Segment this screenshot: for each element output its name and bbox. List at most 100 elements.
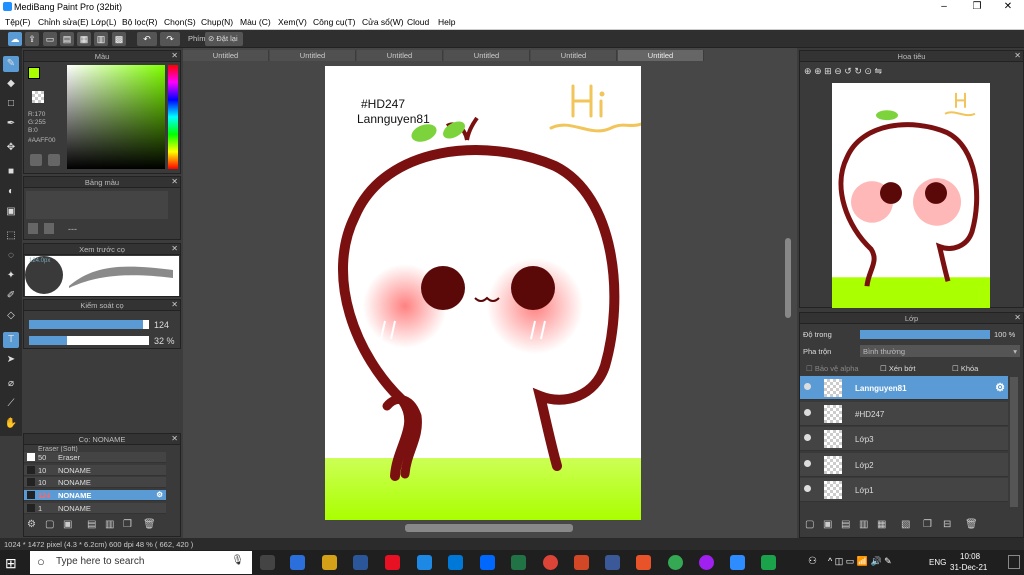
fit-icon[interactable]: ⊞ [824,66,832,76]
gradient-tool-icon[interactable]: ▣ [3,204,19,220]
layers-scrollbar[interactable] [1010,377,1018,507]
layer-row[interactable]: Lannguyen81 ⚙ [800,376,1008,400]
gear-icon[interactable]: ⚙ [995,381,1005,394]
tab-5[interactable]: Untitled [531,50,617,61]
drawing-canvas[interactable]: #HD247 Lannguyen81 [325,66,641,520]
new-8bit-layer-icon[interactable]: ▤ [841,519,850,530]
cloud-icon[interactable]: ☁ [8,32,22,46]
layout-icon[interactable]: ▦ [77,32,91,46]
select-pen-icon[interactable]: ✐ [3,288,19,304]
new-1bit-layer-icon[interactable]: ▥ [859,519,868,530]
menu-window[interactable]: Cửa sổ(W) [362,17,404,27]
layer-row[interactable]: Lớp2 [800,452,1008,477]
layer-row[interactable]: #HD247 [800,401,1008,426]
coccoc-icon[interactable] [636,555,651,570]
vertical-scrollbar[interactable] [785,238,791,318]
task-view-icon[interactable] [260,555,275,570]
mail-icon[interactable] [290,555,305,570]
primary-color-swatch[interactable] [28,67,40,79]
menu-layer[interactable]: Lớp(L) [91,17,116,27]
powerpoint-icon[interactable] [574,555,589,570]
layer-row[interactable]: Lớp1 [800,478,1008,502]
lasso-tool-icon[interactable]: ◌ [3,248,19,264]
excel-icon[interactable] [511,555,526,570]
rectangle-tool-icon[interactable]: □ [3,96,19,112]
document-icon[interactable]: ▥ [94,32,108,46]
delete-brush-icon[interactable]: 🗑 [143,519,156,530]
menu-view[interactable]: Xem(V) [278,17,307,27]
gear-icon[interactable]: ⚙ [156,490,163,499]
close-icon[interactable]: ✕ [1014,313,1021,322]
fill-rectangle-icon[interactable]: ■ [3,164,19,180]
comment-icon[interactable]: ▭ [43,32,57,46]
close-icon[interactable]: ✕ [171,300,178,309]
close-icon[interactable]: ✕ [171,51,178,60]
palette-area[interactable] [26,191,168,219]
eye-icon[interactable] [804,383,811,390]
select-eraser-icon[interactable]: ◇ [3,308,19,324]
pen-tool-icon[interactable]: ✒ [3,116,19,132]
brush-settings-icon[interactable]: ⚙ [27,519,36,530]
reset-button[interactable]: ⊘ Đặt lại [205,32,243,46]
close-button[interactable]: ✕ [998,1,1018,13]
edge-icon[interactable] [448,555,463,570]
brush-item[interactable]: 10 NONAME [24,477,166,489]
clock-date[interactable]: 31-Dec-21 [950,563,987,572]
undo-icon[interactable]: ↶ [137,32,157,46]
tab-3[interactable]: Untitled [357,50,443,61]
taskbar-search-box[interactable]: ○ Type here to search 🎙 [30,551,252,574]
merge-layer-icon[interactable]: ⊟ [943,519,951,530]
horizontal-scrollbar[interactable] [405,524,573,532]
word-icon[interactable] [353,555,368,570]
hand-tool-icon[interactable]: ✋ [3,416,19,432]
notification-icon[interactable] [1008,555,1020,569]
brush-menu-icon[interactable]: ▣ [63,519,72,530]
menu-filter[interactable]: Bộ lọc(R) [122,17,157,27]
facebook-icon[interactable] [605,555,620,570]
navigator-thumbnail[interactable] [832,83,990,308]
menu-file[interactable]: Tệp(F) [5,17,31,27]
brush-item[interactable]: 50 Eraser [24,452,166,463]
minimize-button[interactable]: – [934,1,954,13]
brush-opacity-slider[interactable] [29,336,149,345]
lock-checkbox[interactable]: ☐ Khóa [952,364,978,373]
clipping-checkbox[interactable]: ☐ Xén bớt [880,364,915,373]
store-icon[interactable] [385,555,400,570]
delete-layer-icon[interactable]: 🗑 [965,519,978,530]
system-tray-icons[interactable]: ^ ◫ ▭ 📶 🔊 ✎ [828,556,892,567]
windows-start-icon[interactable]: ⊞ [5,555,17,572]
brush-item[interactable]: 10 NONAME [24,464,166,476]
tab-1[interactable]: Untitled [183,50,269,61]
layer-opacity-slider[interactable] [860,330,990,339]
new-halftone-layer-icon[interactable]: ▣ [823,519,832,530]
redo-icon[interactable]: ↷ [160,32,180,46]
new-layer-icon[interactable]: ▢ [805,519,814,530]
add-brush-icon[interactable]: ▢ [45,519,54,530]
grid-icon[interactable]: ▩ [112,32,126,46]
brush-size-slider[interactable] [29,320,149,329]
menu-snap[interactable]: Chụp(N) [201,17,233,27]
tab-6[interactable]: Untitled [618,50,704,61]
new-palette-icon[interactable] [28,223,38,234]
menu-select[interactable]: Chọn(S) [164,17,196,27]
eye-icon[interactable] [804,459,811,467]
blend-mode-select[interactable]: Bình thường ▾ [860,345,1020,357]
palette-icon[interactable] [30,154,42,166]
rotate-left-icon[interactable]: ↺ [844,66,852,76]
close-icon[interactable]: ✕ [171,177,178,186]
move-tool-icon[interactable]: ✥ [3,140,19,156]
app-icon-blue[interactable] [417,555,432,570]
eye-icon[interactable] [804,408,811,416]
people-icon[interactable]: ⚇ [808,556,817,567]
share-icon[interactable]: ⇪ [25,32,39,46]
tab-2[interactable]: Untitled [270,50,356,61]
tab-4[interactable]: Untitled [444,50,530,61]
menu-tools[interactable]: Công cụ(T) [313,17,356,27]
text-tool-icon[interactable]: T [3,332,19,348]
zalo-icon[interactable] [480,555,495,570]
operation-tool-icon[interactable]: ➤ [3,352,19,368]
zoom-in-icon[interactable]: ⊕ [814,66,822,76]
eraser-tool-icon[interactable]: ◆ [3,76,19,92]
line-tool-icon[interactable]: ⟋ [3,396,19,412]
eyedropper-tool-icon[interactable]: ⌀ [3,376,19,392]
